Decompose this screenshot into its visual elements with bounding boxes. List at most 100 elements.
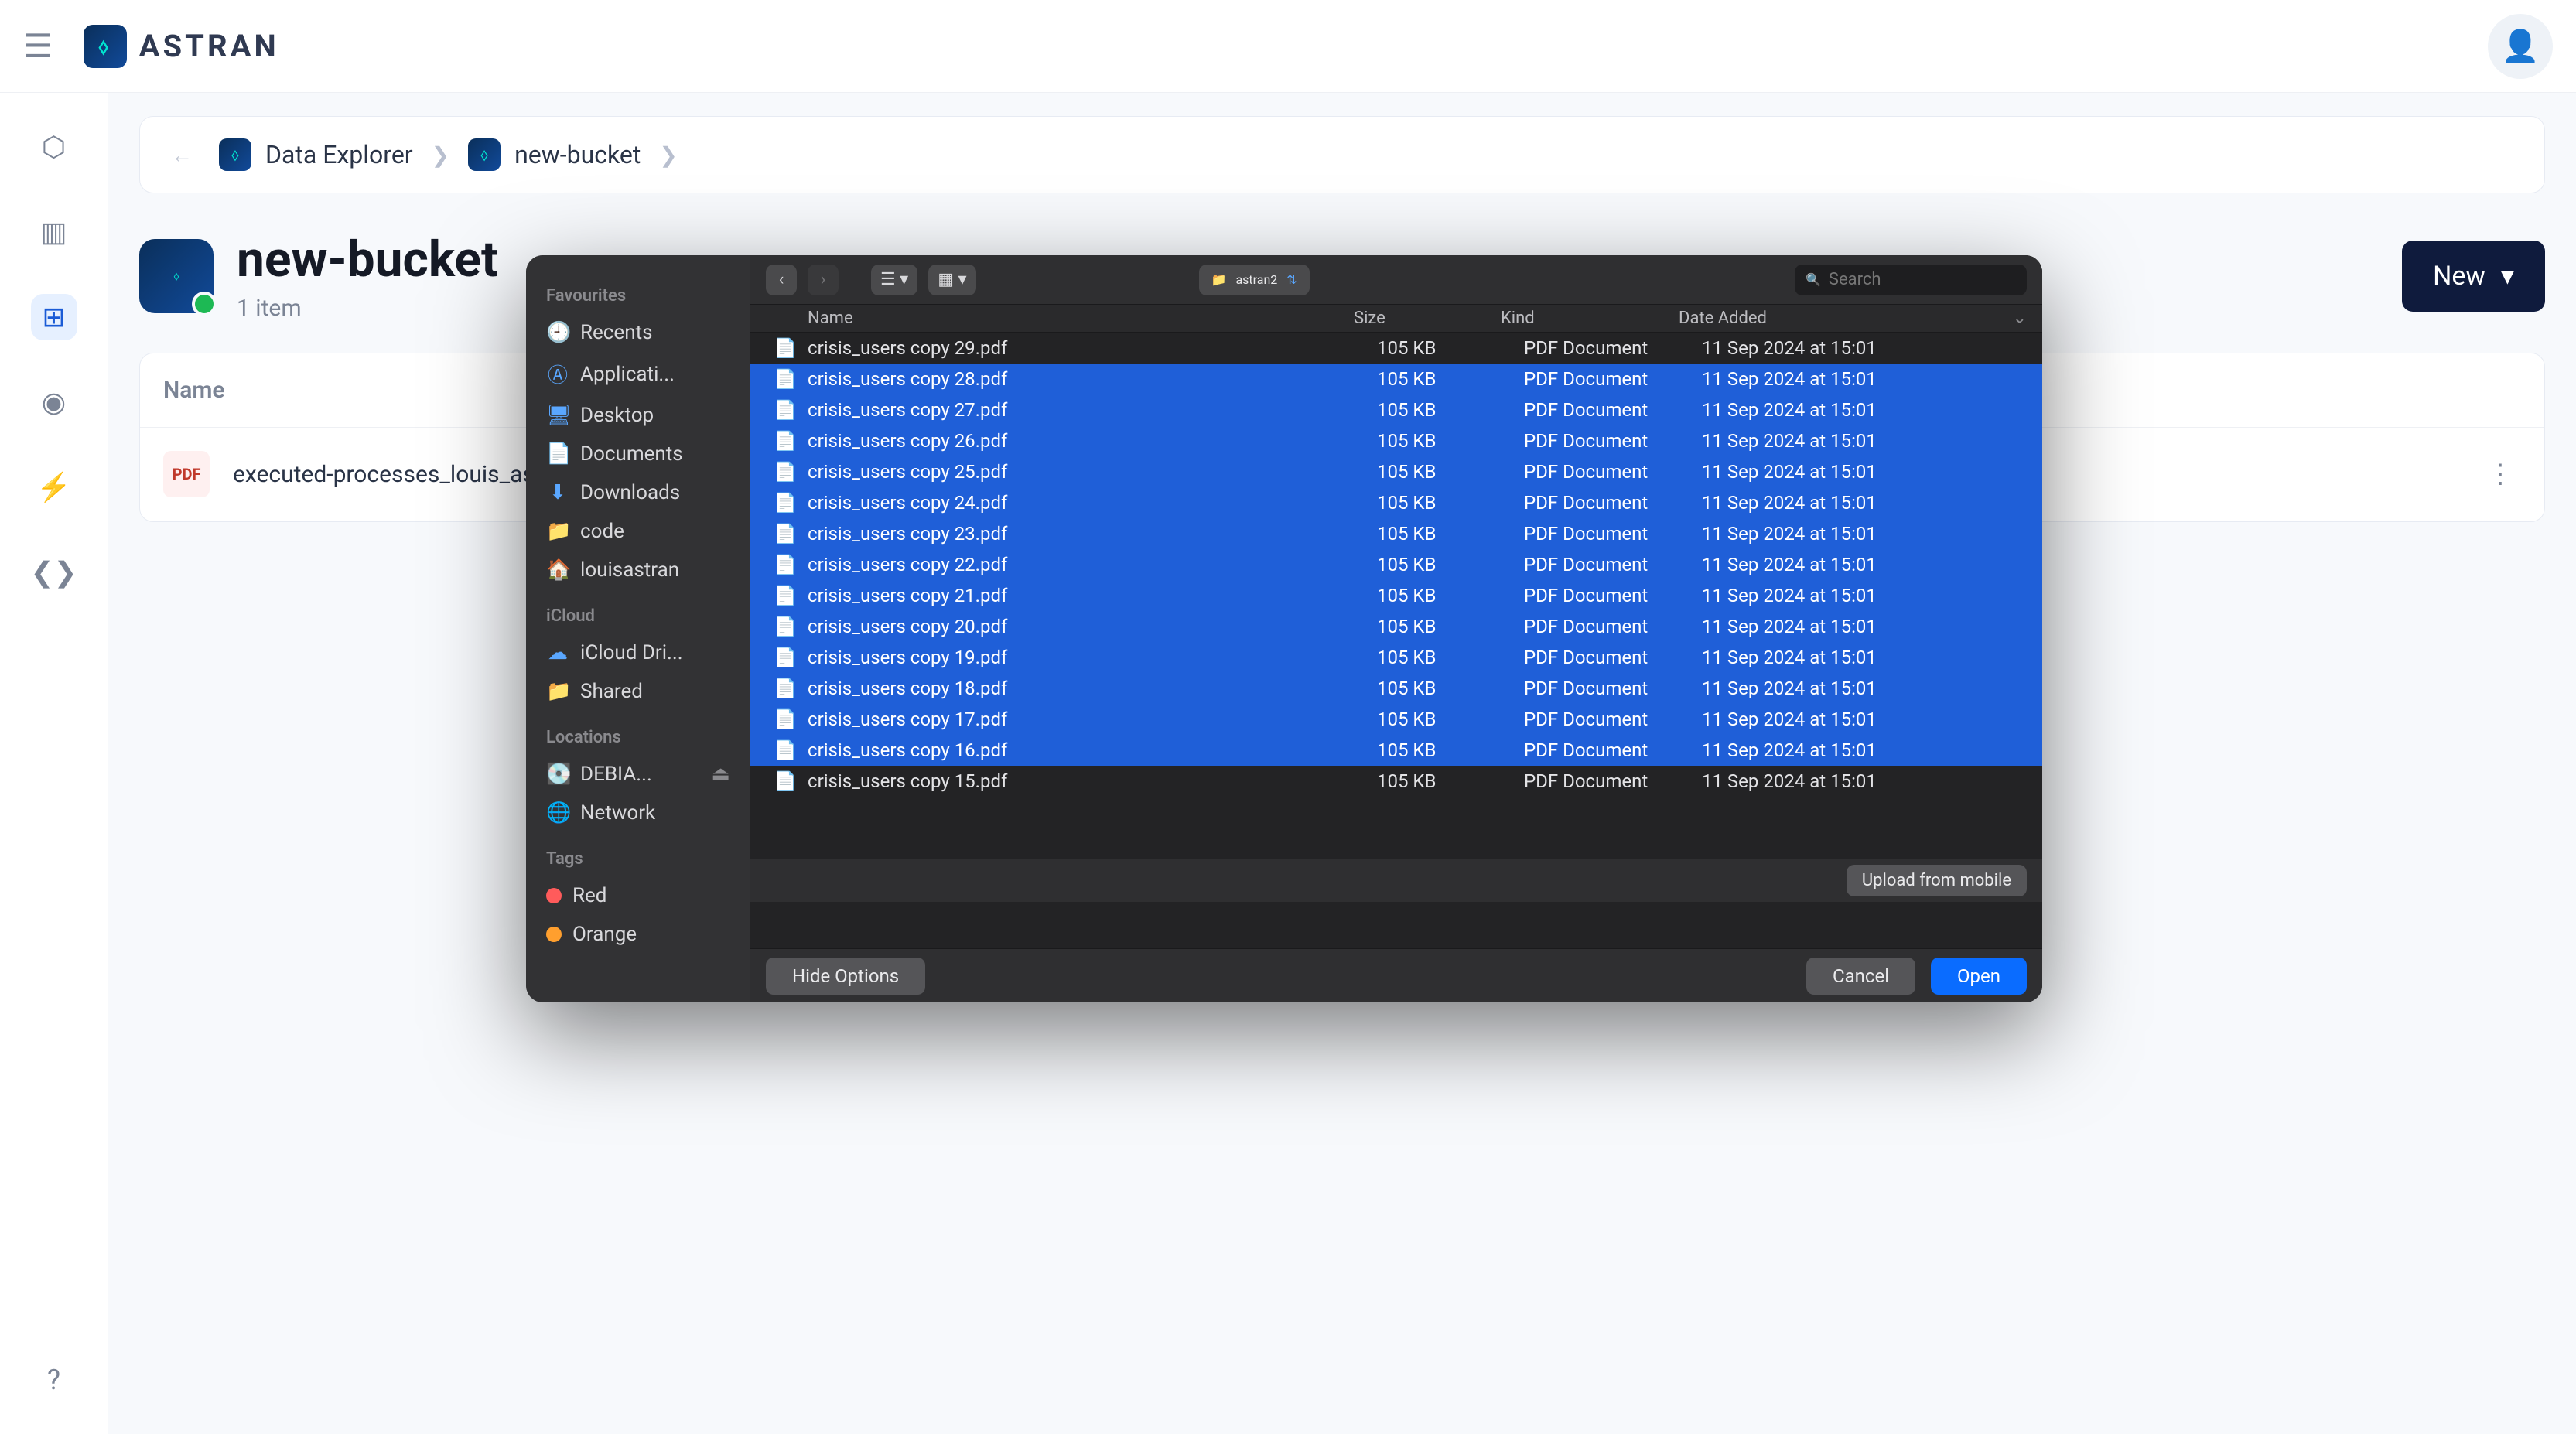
hide-options-button[interactable]: Hide Options [766, 958, 925, 995]
file-name: crisis_users copy 15.pdf [808, 770, 1377, 792]
nav-plug-icon[interactable]: ⚡ [31, 464, 77, 510]
picker-row[interactable]: 📄 crisis_users copy 15.pdf 105 KB PDF Do… [750, 766, 2042, 797]
picker-row[interactable]: 📄 crisis_users copy 19.pdf 105 KB PDF Do… [750, 642, 2042, 673]
file-kind: PDF Document [1524, 739, 1702, 761]
home-icon: 🏠 [546, 558, 569, 582]
nav-library-icon[interactable]: ▥ [31, 209, 77, 255]
picker-row[interactable]: 📄 crisis_users copy 17.pdf 105 KB PDF Do… [750, 704, 2042, 735]
view-list-button[interactable]: ☰ ▾ [871, 265, 917, 295]
sidebar-item[interactable]: ☁ iCloud Dri... [526, 633, 750, 672]
file-size: 105 KB [1377, 585, 1524, 606]
sidebar-item[interactable]: 💽DEBIA...⏏ [526, 755, 750, 794]
file-kind: PDF Document [1524, 647, 1702, 668]
nav-fingerprint-icon[interactable]: ◉ [31, 379, 77, 425]
user-avatar[interactable]: 👤 [2488, 14, 2553, 79]
menu-icon[interactable]: ☰ [23, 27, 53, 66]
picker-search[interactable]: 🔍 [1795, 265, 2027, 295]
file-name: crisis_users copy 18.pdf [808, 678, 1377, 699]
sidebar-item[interactable]: 🕘Recents [526, 313, 750, 352]
eject-icon[interactable]: ⏏ [711, 763, 730, 786]
crumb-icon: ⬨ [219, 138, 251, 171]
picker-row[interactable]: 📄 crisis_users copy 21.pdf 105 KB PDF Do… [750, 580, 2042, 611]
file-size: 105 KB [1377, 647, 1524, 668]
picker-row[interactable]: 📄 crisis_users copy 24.pdf 105 KB PDF Do… [750, 487, 2042, 518]
file-name: crisis_users copy 22.pdf [808, 554, 1377, 575]
sidebar-item[interactable]: 🌐Network [526, 794, 750, 832]
header-date[interactable]: Date Added ⌄ [1679, 309, 2042, 328]
nav-home-icon[interactable]: ⬡ [31, 124, 77, 170]
sidebar-item[interactable]: ⬇Downloads [526, 473, 750, 512]
file-icon: 📄 [774, 616, 797, 637]
folder-icon: 📁 [546, 520, 569, 543]
picker-row[interactable]: 📄 crisis_users copy 28.pdf 105 KB PDF Do… [750, 364, 2042, 394]
file-icon: 📄 [774, 678, 797, 699]
sidebar-item-label: Orange [572, 923, 637, 946]
sidebar-item-label: code [580, 520, 624, 543]
picker-row[interactable]: 📄 crisis_users copy 20.pdf 105 KB PDF Do… [750, 611, 2042, 642]
pdf-icon: PDF [163, 451, 210, 497]
picker-row[interactable]: 📄 crisis_users copy 22.pdf 105 KB PDF Do… [750, 549, 2042, 580]
picker-back-button[interactable]: ‹ [766, 265, 797, 295]
nav-data-explorer-icon[interactable]: ⊞ [31, 294, 77, 340]
picker-file-list[interactable]: 📄 crisis_users copy 29.pdf 105 KB PDF Do… [750, 333, 2042, 859]
tag-dot-icon [546, 927, 562, 942]
header-size[interactable]: Size [1354, 309, 1501, 328]
new-button[interactable]: New ▾ [2402, 241, 2545, 312]
topbar: ☰ ⬨ ASTRAN 👤 [0, 0, 2576, 93]
file-kind: PDF Document [1524, 461, 1702, 483]
sidebar-item-label: Network [580, 801, 655, 825]
file-icon: 📄 [774, 523, 797, 545]
picker-column-headers: Name Size Kind Date Added ⌄ [750, 305, 2042, 333]
page-title: new-bucket [237, 230, 498, 289]
file-size: 105 KB [1377, 461, 1524, 483]
cloud-icon: ☁ [546, 641, 569, 664]
picker-row[interactable]: 📄 crisis_users copy 18.pdf 105 KB PDF Do… [750, 673, 2042, 704]
brand-logo: ⬨ ASTRAN [84, 25, 279, 68]
file-name: crisis_users copy 23.pdf [808, 523, 1377, 545]
picker-forward-button[interactable]: › [808, 265, 839, 295]
crumb-bucket[interactable]: ⬨ new-bucket [468, 138, 641, 171]
file-date: 11 Sep 2024 at 15:01 [1702, 337, 2027, 359]
back-button[interactable]: ← [163, 136, 200, 173]
sidebar-item-label: iCloud Dri... [580, 641, 683, 664]
sidebar-item-label: Downloads [580, 481, 680, 504]
open-button[interactable]: Open [1931, 958, 2027, 995]
nav-help-icon[interactable]: ? [31, 1357, 77, 1403]
picker-footer: Hide Options Cancel Open [750, 948, 2042, 1002]
picker-search-input[interactable] [1829, 270, 2042, 289]
file-name: crisis_users copy 20.pdf [808, 616, 1377, 637]
picker-row[interactable]: 📄 crisis_users copy 23.pdf 105 KB PDF Do… [750, 518, 2042, 549]
sidebar-item[interactable]: 🖥Desktop [526, 396, 750, 435]
upload-from-mobile-button[interactable]: Upload from mobile [1847, 865, 2027, 896]
file-icon: 📄 [774, 399, 797, 421]
sidebar-item[interactable]: ⒶApplicati... [526, 352, 750, 396]
sidebar-item[interactable]: 🏠louisastran [526, 551, 750, 589]
file-date: 11 Sep 2024 at 15:01 [1702, 585, 2027, 606]
sidebar-tag[interactable]: Orange [526, 915, 750, 954]
cancel-button[interactable]: Cancel [1806, 958, 1915, 995]
picker-row[interactable]: 📄 crisis_users copy 29.pdf 105 KB PDF Do… [750, 333, 2042, 364]
crumb-data-explorer[interactable]: ⬨ Data Explorer [219, 138, 413, 171]
user-icon: 👤 [2501, 28, 2540, 64]
sidebar-item[interactable]: 📁Shared [526, 672, 750, 711]
view-grid-button[interactable]: ▦ ▾ [928, 265, 975, 295]
file-size: 105 KB [1377, 770, 1524, 792]
header-name[interactable]: Name [750, 309, 1354, 328]
file-name: crisis_users copy 27.pdf [808, 399, 1377, 421]
file-name: crisis_users copy 16.pdf [808, 739, 1377, 761]
folder-icon: 📁 [1211, 272, 1227, 287]
header-kind[interactable]: Kind [1501, 309, 1679, 328]
nav-code-icon[interactable]: ❮❯ [31, 549, 77, 596]
sidebar-item[interactable]: 📄Documents [526, 435, 750, 473]
sidebar-item-label: Red [572, 884, 606, 907]
sidebar-item[interactable]: 📁 code [526, 512, 750, 551]
file-kind: PDF Document [1524, 523, 1702, 545]
picker-row[interactable]: 📄 crisis_users copy 16.pdf 105 KB PDF Do… [750, 735, 2042, 766]
picker-row[interactable]: 📄 crisis_users copy 26.pdf 105 KB PDF Do… [750, 425, 2042, 456]
picker-row[interactable]: 📄 crisis_users copy 25.pdf 105 KB PDF Do… [750, 456, 2042, 487]
row-more-icon[interactable]: ⋮ [2479, 459, 2521, 490]
location-select[interactable]: 📁 astran2 ⇅ [1199, 265, 1310, 295]
sidebar-group-icloud: iCloud [526, 589, 750, 633]
sidebar-tag[interactable]: Red [526, 876, 750, 915]
picker-row[interactable]: 📄 crisis_users copy 27.pdf 105 KB PDF Do… [750, 394, 2042, 425]
